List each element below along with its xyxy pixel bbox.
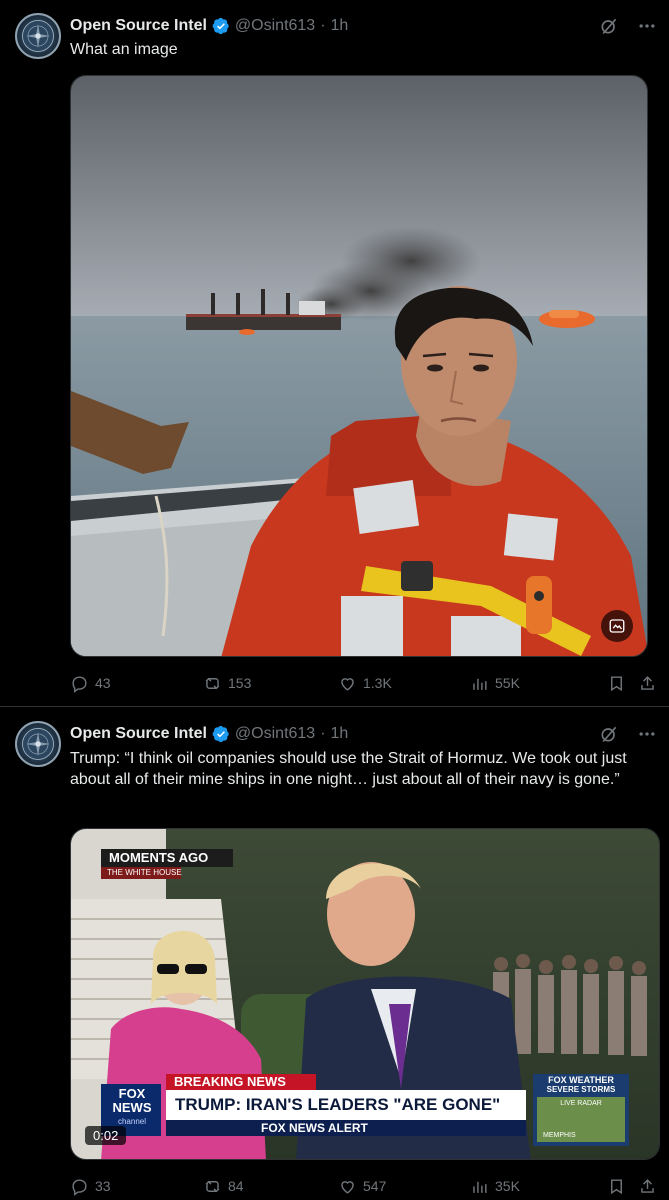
post-time[interactable]: 1h: [331, 17, 349, 35]
author-handle[interactable]: @Osint613: [235, 17, 315, 35]
like-button[interactable]: 1.3K: [338, 674, 392, 693]
post-header: Open Source Intel @Osint613 · 1h: [70, 722, 348, 746]
headline-text: TRUMP: IRAN'S LEADERS "ARE GONE": [175, 1095, 501, 1114]
grok-icon[interactable]: [599, 724, 619, 744]
like-count: 1.3K: [363, 675, 392, 691]
weather-line: SEVERE STORMS: [546, 1085, 616, 1094]
reply-button[interactable]: 33: [70, 1177, 111, 1196]
repost-icon: [205, 677, 220, 689]
separator-dot: ·: [320, 17, 326, 34]
reply-button[interactable]: 43: [70, 674, 111, 693]
fox-logo-top: FOX: [118, 1086, 146, 1101]
separator-dot: ·: [320, 725, 326, 742]
views-icon: [473, 678, 487, 690]
views-button[interactable]: 35K: [470, 1177, 520, 1196]
post-top-actions: [599, 16, 657, 36]
bug-moments-ago: MOMENTS AGO: [109, 850, 209, 865]
photo-illustration: [71, 76, 647, 656]
post-text: Trump: “I think oil companies should use…: [70, 750, 627, 788]
post-header: Open Source Intel @Osint613 · 1h: [70, 14, 348, 38]
like-count: 547: [363, 1178, 387, 1194]
post-photo[interactable]: [70, 75, 648, 657]
post-top-actions: [599, 724, 657, 744]
share-button[interactable]: [638, 674, 657, 693]
bookmark-button[interactable]: [607, 674, 626, 693]
post-actions: 43 153 1.3K 55K: [70, 671, 657, 695]
alert-text: FOX NEWS ALERT: [261, 1121, 368, 1135]
views-count: 35K: [495, 1178, 520, 1194]
bookmark-button[interactable]: [607, 1177, 626, 1196]
share-icon: [641, 1178, 654, 1193]
share-icon: [641, 675, 654, 690]
bug-white-house: THE WHITE HOUSE: [107, 868, 182, 877]
post-1[interactable]: Open Source Intel @Osint613 · 1h What an…: [0, 0, 669, 706]
video-timestamp: 0:02: [85, 1126, 127, 1145]
weather-sub: LIVE RADAR: [560, 1100, 602, 1107]
reply-icon: [72, 675, 87, 693]
share-button[interactable]: [638, 1177, 657, 1196]
views-count: 55K: [495, 675, 520, 691]
post-actions: 33 84 547 35K: [70, 1174, 657, 1198]
post-video[interactable]: MOMENTS AGO THE WHITE HOUSE BREAKING NEW…: [70, 828, 660, 1160]
reply-count: 33: [95, 1178, 111, 1194]
post-time[interactable]: 1h: [331, 725, 349, 743]
views-icon: [473, 1181, 487, 1193]
fox-logo-bottom: NEWS: [112, 1100, 152, 1115]
reply-count: 43: [95, 675, 111, 691]
avatar[interactable]: [15, 13, 61, 59]
more-icon[interactable]: [637, 16, 657, 36]
post-text: What an image: [70, 41, 178, 58]
verified-badge-icon: [212, 17, 229, 35]
bookmark-icon: [611, 1178, 622, 1194]
author-name[interactable]: Open Source Intel: [70, 17, 207, 35]
edit-image-button[interactable]: [601, 610, 633, 642]
like-button[interactable]: 547: [338, 1177, 386, 1196]
weather-city: MEMPHIS: [543, 1132, 576, 1139]
grok-icon[interactable]: [599, 16, 619, 36]
like-icon: [341, 677, 354, 691]
views-button[interactable]: 55K: [470, 674, 520, 693]
bookmark-icon: [611, 675, 622, 691]
edit-image-icon: [609, 619, 625, 633]
repost-button[interactable]: 84: [203, 1177, 244, 1196]
breaking-news-label: BREAKING NEWS: [174, 1074, 286, 1089]
repost-button[interactable]: 153: [203, 674, 251, 693]
like-icon: [341, 1180, 354, 1194]
avatar-emblem-icon: [22, 728, 54, 760]
verified-badge-icon: [212, 725, 229, 743]
author-handle[interactable]: @Osint613: [235, 725, 315, 743]
more-icon[interactable]: [637, 724, 657, 744]
repost-count: 84: [228, 1178, 244, 1194]
avatar[interactable]: [15, 721, 61, 767]
avatar-emblem-icon: [22, 20, 54, 52]
author-name[interactable]: Open Source Intel: [70, 725, 207, 743]
post-2[interactable]: Open Source Intel @Osint613 · 1h Trump: …: [0, 707, 669, 1200]
reply-icon: [72, 1178, 87, 1196]
repost-count: 153: [228, 675, 252, 691]
repost-icon: [205, 1180, 220, 1192]
